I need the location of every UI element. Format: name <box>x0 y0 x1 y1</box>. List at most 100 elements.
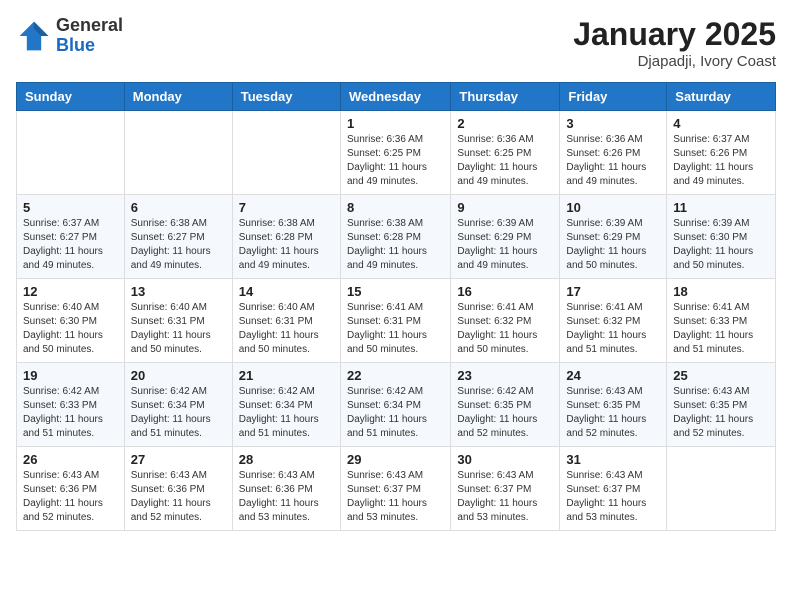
calendar-cell: 2 Sunrise: 6:36 AM Sunset: 6:25 PM Daylig… <box>451 111 560 195</box>
day-number: 30 <box>457 452 553 467</box>
day-info: Sunrise: 6:38 AM Sunset: 6:27 PM Dayligh… <box>131 217 226 273</box>
day-number: 13 <box>131 284 226 299</box>
day-info: Sunrise: 6:39 AM Sunset: 6:30 PM Dayligh… <box>673 217 769 273</box>
day-number: 28 <box>239 452 334 467</box>
day-info: Sunrise: 6:43 AM Sunset: 6:35 PM Dayligh… <box>673 385 769 441</box>
calendar-cell: 30 Sunrise: 6:43 AM Sunset: 6:37 PM Dayli… <box>451 447 560 531</box>
calendar-cell: 21 Sunrise: 6:42 AM Sunset: 6:34 PM Dayli… <box>232 363 340 447</box>
day-number: 22 <box>347 368 444 383</box>
day-info: Sunrise: 6:42 AM Sunset: 6:34 PM Dayligh… <box>239 385 334 441</box>
calendar-cell: 29 Sunrise: 6:43 AM Sunset: 6:37 PM Dayli… <box>340 447 450 531</box>
calendar-cell <box>124 111 232 195</box>
day-info: Sunrise: 6:43 AM Sunset: 6:35 PM Dayligh… <box>566 385 660 441</box>
calendar-week-row: 26 Sunrise: 6:43 AM Sunset: 6:36 PM Dayli… <box>17 447 776 531</box>
day-number: 7 <box>239 200 334 215</box>
day-info: Sunrise: 6:41 AM Sunset: 6:33 PM Dayligh… <box>673 301 769 357</box>
calendar-cell <box>232 111 340 195</box>
day-number: 1 <box>347 116 444 131</box>
calendar-cell: 5Sunrise: 6:37 AM Sunset: 6:27 PM Daylig… <box>17 195 125 279</box>
day-number: 19 <box>23 368 118 383</box>
day-number: 23 <box>457 368 553 383</box>
calendar-cell: 6 Sunrise: 6:38 AM Sunset: 6:27 PM Daylig… <box>124 195 232 279</box>
calendar-cell: 20 Sunrise: 6:42 AM Sunset: 6:34 PM Dayli… <box>124 363 232 447</box>
calendar-cell: 27 Sunrise: 6:43 AM Sunset: 6:36 PM Dayli… <box>124 447 232 531</box>
day-info: Sunrise: 6:39 AM Sunset: 6:29 PM Dayligh… <box>457 217 553 273</box>
calendar-cell: 12Sunrise: 6:40 AM Sunset: 6:30 PM Dayli… <box>17 279 125 363</box>
page-header: General Blue January 2025 Djapadji, Ivor… <box>16 16 776 70</box>
title-block: January 2025 Djapadji, Ivory Coast <box>573 16 776 70</box>
day-info: Sunrise: 6:40 AM Sunset: 6:31 PM Dayligh… <box>239 301 334 357</box>
day-info: Sunrise: 6:43 AM Sunset: 6:37 PM Dayligh… <box>347 469 444 525</box>
day-info: Sunrise: 6:40 AM Sunset: 6:30 PM Dayligh… <box>23 301 118 357</box>
day-info: Sunrise: 6:41 AM Sunset: 6:32 PM Dayligh… <box>566 301 660 357</box>
day-number: 24 <box>566 368 660 383</box>
day-number: 9 <box>457 200 553 215</box>
calendar-cell: 23 Sunrise: 6:42 AM Sunset: 6:35 PM Dayli… <box>451 363 560 447</box>
day-info: Sunrise: 6:43 AM Sunset: 6:37 PM Dayligh… <box>566 469 660 525</box>
weekday-header: Thursday <box>451 83 560 111</box>
month-title: January 2025 <box>573 16 776 53</box>
calendar-week-row: 12Sunrise: 6:40 AM Sunset: 6:30 PM Dayli… <box>17 279 776 363</box>
calendar-cell: 22 Sunrise: 6:42 AM Sunset: 6:34 PM Dayli… <box>340 363 450 447</box>
day-info: Sunrise: 6:43 AM Sunset: 6:36 PM Dayligh… <box>239 469 334 525</box>
day-number: 27 <box>131 452 226 467</box>
day-number: 17 <box>566 284 660 299</box>
calendar-cell: 4Sunrise: 6:37 AM Sunset: 6:26 PM Daylig… <box>667 111 776 195</box>
calendar-cell: 31 Sunrise: 6:43 AM Sunset: 6:37 PM Dayli… <box>560 447 667 531</box>
day-info: Sunrise: 6:43 AM Sunset: 6:37 PM Dayligh… <box>457 469 553 525</box>
day-info: Sunrise: 6:41 AM Sunset: 6:32 PM Dayligh… <box>457 301 553 357</box>
calendar-cell: 14Sunrise: 6:40 AM Sunset: 6:31 PM Dayli… <box>232 279 340 363</box>
day-info: Sunrise: 6:40 AM Sunset: 6:31 PM Dayligh… <box>131 301 226 357</box>
day-info: Sunrise: 6:42 AM Sunset: 6:34 PM Dayligh… <box>347 385 444 441</box>
day-info: Sunrise: 6:43 AM Sunset: 6:36 PM Dayligh… <box>23 469 118 525</box>
calendar-cell: 16 Sunrise: 6:41 AM Sunset: 6:32 PM Dayli… <box>451 279 560 363</box>
day-number: 15 <box>347 284 444 299</box>
day-number: 11 <box>673 200 769 215</box>
weekday-header: Wednesday <box>340 83 450 111</box>
calendar-cell: 1 Sunrise: 6:36 AM Sunset: 6:25 PM Daylig… <box>340 111 450 195</box>
calendar-cell: 3Sunrise: 6:36 AM Sunset: 6:26 PM Daylig… <box>560 111 667 195</box>
calendar-cell: 17 Sunrise: 6:41 AM Sunset: 6:32 PM Dayli… <box>560 279 667 363</box>
day-number: 8 <box>347 200 444 215</box>
logo: General Blue <box>16 16 123 56</box>
calendar-cell: 26 Sunrise: 6:43 AM Sunset: 6:36 PM Dayli… <box>17 447 125 531</box>
calendar-cell: 8Sunrise: 6:38 AM Sunset: 6:28 PM Daylig… <box>340 195 450 279</box>
day-number: 26 <box>23 452 118 467</box>
calendar-cell: 11 Sunrise: 6:39 AM Sunset: 6:30 PM Dayli… <box>667 195 776 279</box>
day-number: 4 <box>673 116 769 131</box>
day-number: 20 <box>131 368 226 383</box>
day-info: Sunrise: 6:36 AM Sunset: 6:25 PM Dayligh… <box>347 133 444 189</box>
day-number: 6 <box>131 200 226 215</box>
calendar-cell: 24 Sunrise: 6:43 AM Sunset: 6:35 PM Dayli… <box>560 363 667 447</box>
calendar-table: SundayMondayTuesdayWednesdayThursdayFrid… <box>16 82 776 531</box>
day-number: 5 <box>23 200 118 215</box>
calendar-week-row: 5Sunrise: 6:37 AM Sunset: 6:27 PM Daylig… <box>17 195 776 279</box>
day-number: 10 <box>566 200 660 215</box>
weekday-header: Sunday <box>17 83 125 111</box>
weekday-header: Monday <box>124 83 232 111</box>
weekday-header-row: SundayMondayTuesdayWednesdayThursdayFrid… <box>17 83 776 111</box>
day-info: Sunrise: 6:41 AM Sunset: 6:31 PM Dayligh… <box>347 301 444 357</box>
day-info: Sunrise: 6:43 AM Sunset: 6:36 PM Dayligh… <box>131 469 226 525</box>
weekday-header: Saturday <box>667 83 776 111</box>
day-number: 21 <box>239 368 334 383</box>
calendar-cell: 28 Sunrise: 6:43 AM Sunset: 6:36 PM Dayli… <box>232 447 340 531</box>
calendar-cell: 10 Sunrise: 6:39 AM Sunset: 6:29 PM Dayli… <box>560 195 667 279</box>
day-number: 31 <box>566 452 660 467</box>
day-number: 16 <box>457 284 553 299</box>
day-number: 29 <box>347 452 444 467</box>
logo-text: General Blue <box>56 16 123 56</box>
day-info: Sunrise: 6:36 AM Sunset: 6:25 PM Dayligh… <box>457 133 553 189</box>
calendar-cell: 7 Sunrise: 6:38 AM Sunset: 6:28 PM Daylig… <box>232 195 340 279</box>
day-info: Sunrise: 6:42 AM Sunset: 6:35 PM Dayligh… <box>457 385 553 441</box>
day-info: Sunrise: 6:36 AM Sunset: 6:26 PM Dayligh… <box>566 133 660 189</box>
day-info: Sunrise: 6:39 AM Sunset: 6:29 PM Dayligh… <box>566 217 660 273</box>
calendar-cell: 19Sunrise: 6:42 AM Sunset: 6:33 PM Dayli… <box>17 363 125 447</box>
logo-icon <box>16 18 52 54</box>
calendar-week-row: 1 Sunrise: 6:36 AM Sunset: 6:25 PM Daylig… <box>17 111 776 195</box>
calendar-cell: 13 Sunrise: 6:40 AM Sunset: 6:31 PM Dayli… <box>124 279 232 363</box>
day-info: Sunrise: 6:42 AM Sunset: 6:34 PM Dayligh… <box>131 385 226 441</box>
day-info: Sunrise: 6:38 AM Sunset: 6:28 PM Dayligh… <box>239 217 334 273</box>
day-number: 2 <box>457 116 553 131</box>
calendar-cell: 9 Sunrise: 6:39 AM Sunset: 6:29 PM Daylig… <box>451 195 560 279</box>
